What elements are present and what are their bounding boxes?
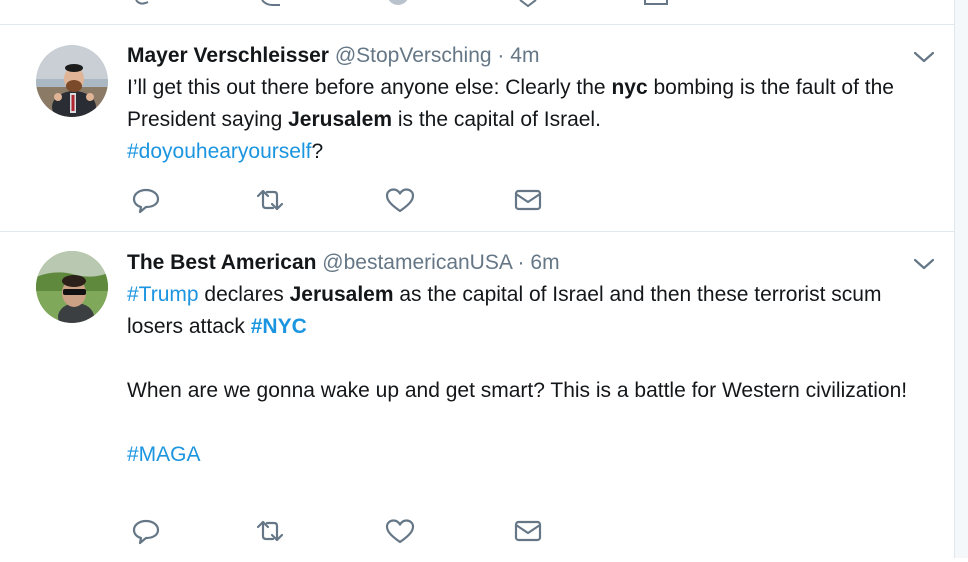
tweet[interactable]: The Best American @bestamericanUSA · 6m … [0,232,955,562]
retweet-icon[interactable] [253,516,287,546]
username[interactable]: @StopVersching [335,44,492,67]
hashtag-link[interactable]: #NYC [251,315,307,338]
tweet-actions [127,516,547,546]
tweet-text: #Trump declares Jerusalem as the capital… [127,279,937,471]
separator-dot: · [497,44,505,67]
tweet-paragraph: When are we gonna wake up and get smart?… [127,379,908,402]
tweet-header: Mayer Verschleisser @StopVersching · 4m [127,43,539,69]
direct-message-icon[interactable] [511,185,545,215]
timestamp[interactable]: 4m [510,44,539,67]
timestamp[interactable]: 6m [530,251,559,274]
hashtag-link[interactable]: #Trump [127,283,199,306]
like-icon[interactable] [383,516,417,546]
chevron-down-icon[interactable] [912,256,936,272]
username[interactable]: @bestamericanUSA [322,251,511,274]
display-name[interactable]: Mayer Verschleisser [127,44,329,67]
display-name[interactable]: The Best American [127,251,316,274]
text-segment: declares [198,283,290,306]
avatar-image [36,251,108,323]
like-icon[interactable] [383,185,417,215]
avatar[interactable] [36,251,108,323]
direct-message-icon[interactable] [511,516,545,546]
hashtag-link[interactable]: #MAGA [127,443,201,466]
reply-icon[interactable] [129,516,163,546]
highlight-term: Jerusalem [289,283,394,306]
text-segment: I’ll get this out there before anyone el… [127,76,612,99]
timeline: Mayer Verschleisser @StopVersching · 4m … [0,0,955,558]
tweet-actions [127,185,547,215]
text-segment: is the capital of Israel. [392,108,601,131]
previous-tweet-action-icons [135,0,668,8]
retweet-icon[interactable] [253,185,287,215]
avatar[interactable] [36,45,108,117]
hashtag-link[interactable]: #doyouhearyourself [127,140,311,163]
tweet-text: I’ll get this out there before anyone el… [127,72,937,168]
text-segment: ? [311,140,324,163]
reply-icon[interactable] [129,185,163,215]
previous-tweet-actions [0,0,955,25]
tweet[interactable]: Mayer Verschleisser @StopVersching · 4m … [0,25,955,232]
highlight-term: nyc [611,76,648,99]
avatar-image [36,45,108,117]
separator-dot: · [517,251,525,274]
chevron-down-icon[interactable] [912,49,936,65]
highlight-term: Jerusalem [288,108,392,131]
page-gutter [954,0,968,558]
tweet-header: The Best American @bestamericanUSA · 6m [127,250,560,276]
